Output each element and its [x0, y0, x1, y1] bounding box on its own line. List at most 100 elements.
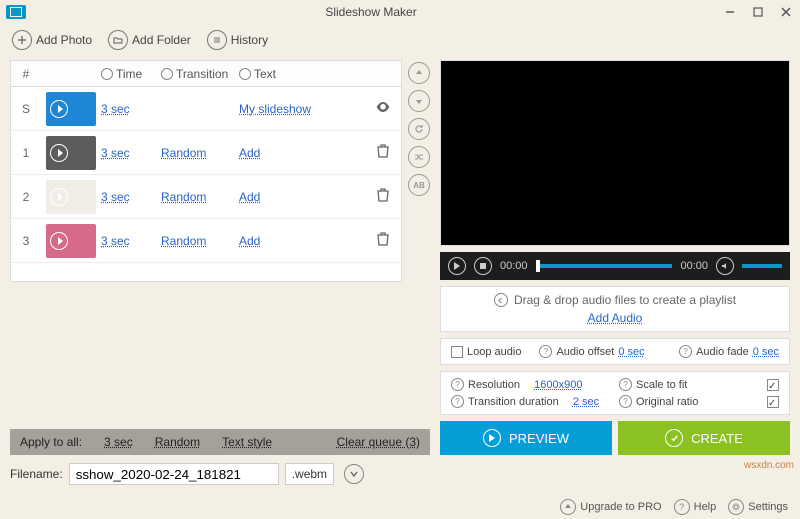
- delete-icon[interactable]: [375, 187, 391, 206]
- delete-icon[interactable]: [375, 143, 391, 162]
- back-arrow-icon: [494, 293, 508, 307]
- resolution-value[interactable]: 1600x900: [534, 379, 582, 391]
- table-header: # Time Transition Text: [11, 61, 401, 87]
- original-ratio-checkbox[interactable]: [767, 396, 779, 408]
- shuffle-button[interactable]: [408, 146, 430, 168]
- play-overlay-icon: [50, 100, 68, 118]
- time-current: 00:00: [500, 260, 528, 272]
- add-photo-button[interactable]: Add Photo: [8, 28, 96, 52]
- help-icon[interactable]: ?: [451, 378, 464, 391]
- row-text[interactable]: Add: [239, 146, 260, 160]
- footer: Upgrade to PRO ?Help Settings: [548, 495, 800, 519]
- upgrade-button[interactable]: Upgrade to PRO: [560, 499, 661, 515]
- gear-icon: [728, 499, 744, 515]
- add-folder-label: Add Folder: [132, 33, 191, 47]
- help-icon[interactable]: ?: [619, 378, 632, 391]
- refresh-button[interactable]: [408, 118, 430, 140]
- filename-input[interactable]: [69, 463, 279, 485]
- col-transition[interactable]: Transition: [161, 67, 239, 81]
- table-row[interactable]: 3 3 sec Random Add: [11, 219, 401, 263]
- preview-viewport: [440, 60, 790, 246]
- delete-icon[interactable]: [375, 231, 391, 250]
- row-transition[interactable]: Random: [161, 234, 206, 248]
- help-icon[interactable]: ?: [619, 395, 632, 408]
- scale-to-fit-checkbox[interactable]: [767, 379, 779, 391]
- transition-icon: [161, 68, 173, 80]
- app-icon: [6, 5, 26, 19]
- maximize-button[interactable]: [744, 2, 772, 22]
- move-down-button[interactable]: [408, 90, 430, 112]
- play-icon: [483, 429, 501, 447]
- play-overlay-icon: [50, 232, 68, 250]
- row-text[interactable]: Add: [239, 190, 260, 204]
- time-total: 00:00: [680, 260, 708, 272]
- help-icon[interactable]: ?: [451, 395, 464, 408]
- text-icon: [239, 68, 251, 80]
- table-row[interactable]: S 3 sec My slideshow: [11, 87, 401, 131]
- row-text[interactable]: Add: [239, 234, 260, 248]
- clear-queue-button[interactable]: Clear queue (3): [337, 435, 420, 449]
- row-index: S: [11, 102, 41, 116]
- row-text[interactable]: My slideshow: [239, 102, 311, 116]
- help-icon[interactable]: ?: [539, 345, 552, 358]
- volume-slider[interactable]: [742, 264, 782, 268]
- history-button[interactable]: History: [203, 28, 272, 52]
- add-audio-link[interactable]: Add Audio: [588, 311, 643, 325]
- slide-thumbnail[interactable]: [46, 224, 96, 258]
- table-row[interactable]: 1 3 sec Random Add: [11, 131, 401, 175]
- row-transition[interactable]: Random: [161, 146, 206, 160]
- row-time[interactable]: 3 sec: [101, 102, 130, 116]
- create-button[interactable]: CREATE: [618, 421, 790, 455]
- col-text[interactable]: Text: [239, 67, 339, 81]
- row-index: 2: [11, 190, 41, 204]
- volume-button[interactable]: [716, 257, 734, 275]
- loop-audio-checkbox[interactable]: Loop audio: [451, 346, 521, 358]
- output-panel: ?Resolution 1600x900 ?Scale to fit ?Tran…: [440, 371, 790, 415]
- add-folder-button[interactable]: Add Folder: [104, 28, 195, 52]
- play-button[interactable]: [448, 257, 466, 275]
- history-label: History: [231, 33, 268, 47]
- row-index: 3: [11, 234, 41, 248]
- minimize-button[interactable]: [716, 2, 744, 22]
- seek-slider[interactable]: [536, 264, 673, 268]
- apply-text-style[interactable]: Text style: [222, 435, 272, 449]
- play-overlay-icon: [50, 144, 68, 162]
- help-icon[interactable]: ?: [679, 345, 692, 358]
- filename-label: Filename:: [10, 467, 63, 481]
- row-time[interactable]: 3 sec: [101, 146, 130, 160]
- help-button[interactable]: ?Help: [674, 499, 717, 515]
- slide-thumbnail[interactable]: [46, 136, 96, 170]
- audio-offset-value[interactable]: 0 sec: [618, 346, 644, 358]
- transition-duration-value[interactable]: 2 sec: [573, 396, 599, 408]
- file-extension: .webm: [285, 463, 334, 485]
- apply-transition[interactable]: Random: [155, 435, 200, 449]
- move-up-button[interactable]: [408, 62, 430, 84]
- slide-thumbnail[interactable]: [46, 180, 96, 214]
- settings-button[interactable]: Settings: [728, 499, 788, 515]
- row-transition[interactable]: Random: [161, 190, 206, 204]
- list-icon: [207, 30, 227, 50]
- ab-loop-button[interactable]: AB: [408, 174, 430, 196]
- col-time[interactable]: Time: [101, 67, 161, 81]
- folder-icon: [108, 30, 128, 50]
- extension-dropdown[interactable]: [344, 464, 364, 484]
- up-arrow-icon: [560, 499, 576, 515]
- apply-time[interactable]: 3 sec: [104, 435, 133, 449]
- clock-icon: [101, 68, 113, 80]
- visibility-icon[interactable]: [375, 99, 391, 118]
- check-icon: [665, 429, 683, 447]
- toolbar: Add Photo Add Folder History: [0, 24, 800, 60]
- plus-icon: [12, 30, 32, 50]
- question-icon: ?: [674, 499, 690, 515]
- audio-fade-value[interactable]: 0 sec: [753, 346, 779, 358]
- stop-button[interactable]: [474, 257, 492, 275]
- close-button[interactable]: [772, 2, 800, 22]
- table-row[interactable]: 2 3 sec Random Add: [11, 175, 401, 219]
- audio-options-panel: Loop audio ?Audio offset 0 sec ?Audio fa…: [440, 338, 790, 365]
- row-time[interactable]: 3 sec: [101, 190, 130, 204]
- apply-to-all-bar: Apply to all: 3 sec Random Text style Cl…: [10, 429, 430, 455]
- row-time[interactable]: 3 sec: [101, 234, 130, 248]
- slide-thumbnail[interactable]: [46, 92, 96, 126]
- preview-button[interactable]: PREVIEW: [440, 421, 612, 455]
- row-index: 1: [11, 146, 41, 160]
